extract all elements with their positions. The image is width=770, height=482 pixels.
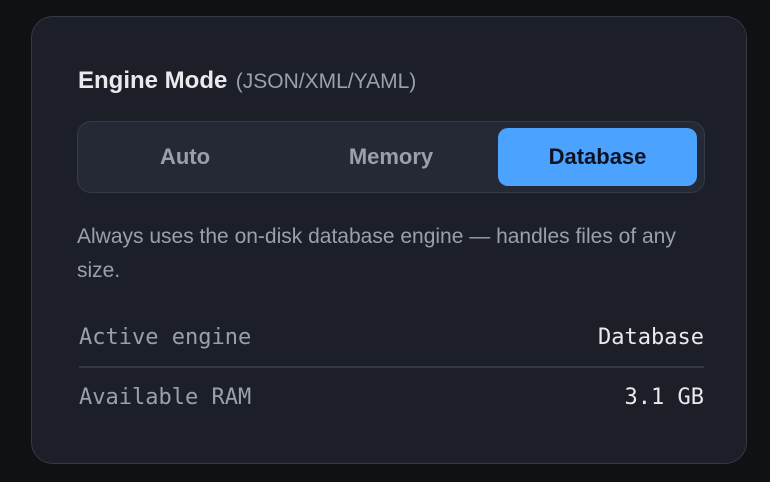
engine-mode-auto-button[interactable]: Auto	[83, 128, 287, 186]
mode-description: Always uses the on-disk database engine …	[77, 225, 676, 282]
card-header: Engine Mode (JSON/XML/YAML)	[78, 67, 416, 95]
available-ram-row: Available RAM 3.1 GB	[79, 368, 704, 426]
card-subtitle: (JSON/XML/YAML)	[235, 70, 417, 93]
engine-mode-memory-button[interactable]: Memory	[289, 128, 493, 186]
available-ram-value: 3.1 GB	[624, 384, 704, 410]
active-engine-value: Database	[598, 324, 704, 350]
engine-mode-card: Engine Mode (JSON/XML/YAML) Auto Memory …	[31, 16, 747, 464]
active-engine-label: Active engine	[79, 324, 252, 350]
available-ram-label: Available RAM	[79, 384, 252, 410]
engine-mode-database-button[interactable]: Database	[498, 128, 697, 186]
active-engine-row: Active engine Database	[79, 308, 704, 366]
engine-mode-selector: Auto Memory Database	[77, 121, 705, 193]
card-title: Engine Mode	[78, 67, 228, 94]
